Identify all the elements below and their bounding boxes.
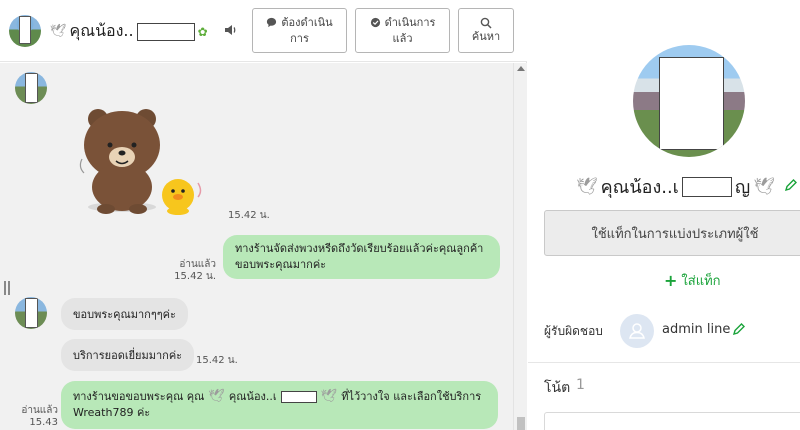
search-icon	[480, 17, 492, 29]
resize-handle[interactable]	[4, 281, 10, 295]
edit-assignee-pencil-icon[interactable]	[732, 322, 746, 336]
profile-pane: 🕊 คุณน้อง..เ ญ 🕊 ใช้แท็กในการแบ่งประเภทผ…	[528, 0, 800, 430]
chat-pane: 🕊 คุณน้อง.. ✿ ต้องดำเนิน การ ดำเนินการ แ…	[0, 0, 527, 430]
read-receipt: อ่านแล้ว 15.43 น.	[21, 405, 58, 430]
dove-icon: 🕊	[208, 389, 225, 404]
note-input[interactable]	[544, 412, 800, 430]
leaf-icon: ✿	[197, 24, 208, 39]
incoming-message[interactable]: บริการยอดเยี่ยมมากค่ะ	[61, 339, 195, 371]
speaker-icon[interactable]	[223, 22, 239, 38]
edit-name-pencil-icon[interactable]	[784, 178, 798, 192]
divider	[528, 362, 800, 363]
contact-avatar[interactable]	[9, 15, 41, 47]
outgoing-message[interactable]: ทางร้านจัดส่งพวงหรีดถึงวัดเรียบร้อยแล้วค…	[223, 235, 500, 279]
scroll-thumb[interactable]	[517, 417, 525, 430]
redacted-text	[280, 391, 317, 403]
chat-header: 🕊 คุณน้อง.. ✿ ต้องดำเนิน การ ดำเนินการ แ…	[0, 0, 527, 62]
user-icon	[629, 323, 645, 339]
done-button[interactable]: ดำเนินการ แล้ว	[355, 8, 450, 53]
read-receipt: อ่านแล้ว 15.42 น.	[174, 259, 216, 282]
assignee-name: admin line	[662, 322, 731, 337]
assignee-avatar	[620, 314, 654, 348]
plus-icon: +	[664, 271, 678, 290]
dove-icon: 🕊	[753, 176, 775, 197]
note-count: 1	[576, 377, 585, 393]
outgoing-message[interactable]: ทางร้านขอขอบพระคุณ คุณ 🕊 คุณน้อง..เ 🕊 ที…	[61, 381, 498, 429]
search-button[interactable]: ค้นหา	[458, 8, 514, 53]
incoming-message[interactable]: ขอบพระคุณมากๆๆค่ะ	[61, 298, 188, 330]
contact-name: 🕊 คุณน้อง.. ✿	[50, 21, 208, 41]
dove-icon: 🕊	[320, 389, 338, 404]
contact-avatar-small[interactable]	[15, 297, 47, 329]
contact-avatar-small[interactable]	[15, 72, 47, 104]
tag-button[interactable]: ใช้แท็กในการแบ่งประเภทผู้ใช้	[544, 210, 800, 256]
redacted-text	[136, 22, 195, 41]
chat-check-icon	[370, 17, 380, 28]
bear-sticker	[79, 109, 202, 215]
message-list: 15.42 น. อ่านแล้ว 15.42 น. ทางร้านจัดส่ง…	[0, 63, 513, 430]
todo-button[interactable]: ต้องดำเนิน การ	[252, 8, 347, 53]
scroll-up-arrow-icon[interactable]	[517, 66, 525, 71]
chat-bubble-icon	[267, 17, 277, 28]
profile-avatar	[633, 45, 745, 157]
dove-icon: 🕊	[576, 176, 598, 197]
profile-name: 🕊 คุณน้อง..เ ญ 🕊	[576, 176, 775, 198]
add-tag-link[interactable]: + ใส่แท็ก	[664, 270, 721, 291]
dove-icon: 🕊	[50, 24, 67, 39]
message-scrollbar[interactable]	[513, 63, 527, 430]
redacted-text	[681, 176, 732, 197]
